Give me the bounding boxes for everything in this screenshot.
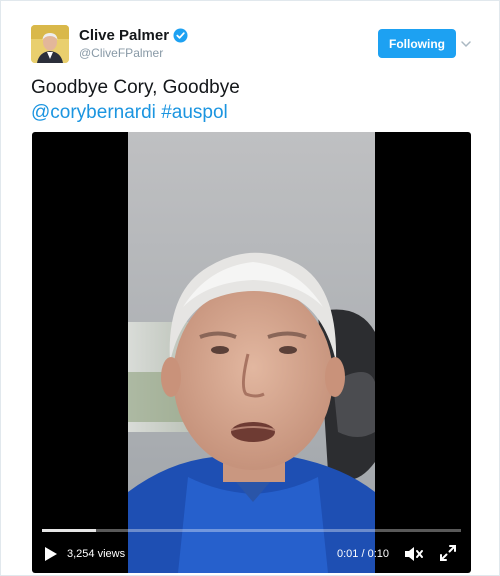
video-progress-fill	[42, 529, 97, 532]
video-player[interactable]: 3,254 views 0:01 / 0:10	[32, 132, 471, 573]
following-button[interactable]: Following	[378, 29, 456, 58]
video-time: 0:01 / 0:10	[337, 548, 389, 560]
duration: 0:10	[367, 548, 390, 560]
play-icon[interactable]	[44, 546, 58, 562]
video-controls: 3,254 views 0:01 / 0:10	[32, 537, 471, 573]
author-name-row: Clive Palmer	[79, 27, 188, 44]
chevron-down-icon[interactable]	[460, 37, 472, 49]
tweet-card: Clive Palmer @CliveFPalmer Following Goo…	[0, 0, 500, 576]
author-display-name[interactable]: Clive Palmer	[79, 27, 169, 44]
time-separator: /	[358, 548, 368, 560]
video-progress-bar[interactable]	[42, 529, 461, 532]
video-frame[interactable]	[128, 132, 375, 573]
mute-icon[interactable]	[404, 545, 424, 563]
mention-link[interactable]: @corybernardi	[31, 102, 156, 123]
view-count: 3,254 views	[67, 548, 126, 560]
hashtag-link[interactable]: #auspol	[161, 102, 228, 123]
verified-badge-icon	[173, 28, 188, 43]
tweet-text-line: Goodbye Cory, Goodbye	[31, 77, 240, 98]
author-handle[interactable]: @CliveFPalmer	[79, 46, 163, 60]
current-time: 0:01	[337, 548, 359, 560]
tweet-text: Goodbye Cory, Goodbye @corybernardi #aus…	[31, 75, 471, 125]
avatar[interactable]	[31, 25, 69, 63]
fullscreen-icon[interactable]	[439, 544, 457, 562]
